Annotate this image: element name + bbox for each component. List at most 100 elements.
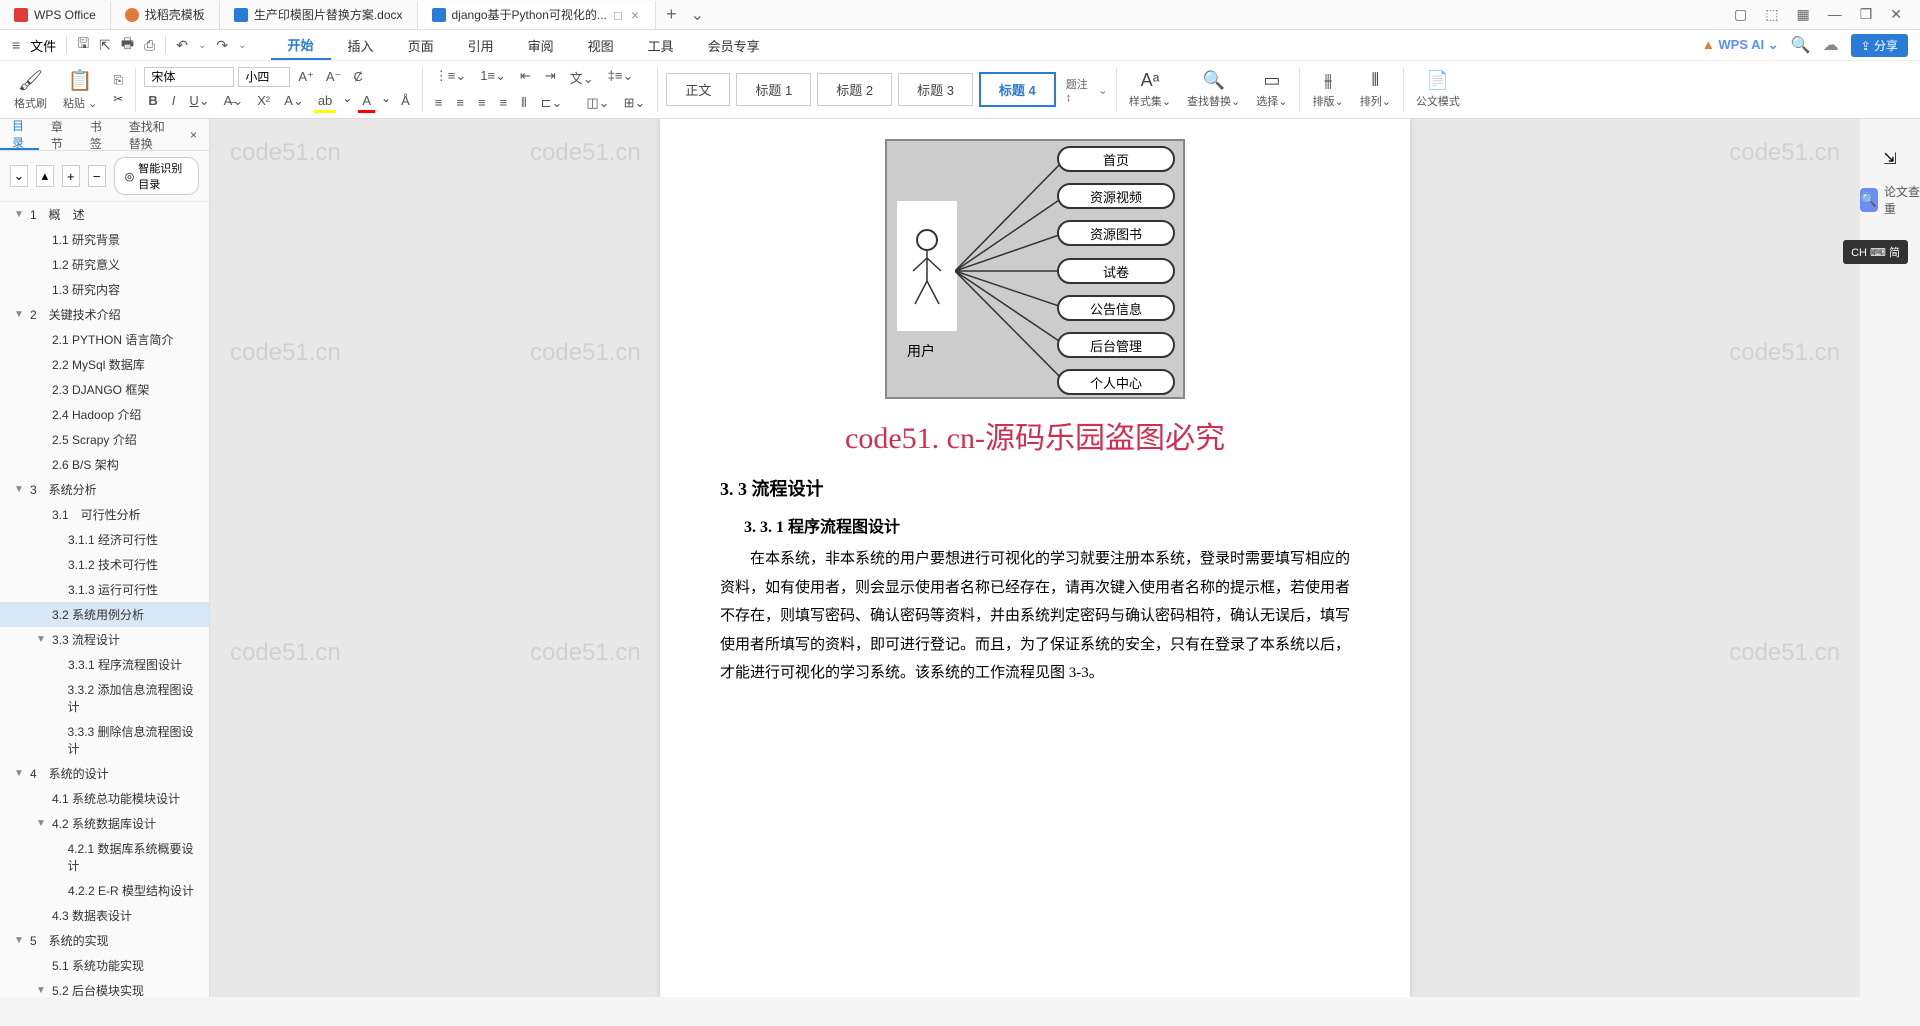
- toc-item[interactable]: 5.1 系统功能实现: [0, 953, 209, 978]
- gongwen-icon[interactable]: 📄: [1427, 70, 1449, 91]
- toc-item[interactable]: 4.2.1 数据库系统概要设计: [0, 836, 209, 878]
- grid-icon[interactable]: ▦: [1796, 6, 1809, 23]
- paper-check-button[interactable]: 🔍论文查重: [1860, 183, 1920, 217]
- file-menu[interactable]: 文件: [30, 36, 56, 55]
- ime-indicator[interactable]: CH ⌨ 简: [1843, 240, 1908, 264]
- align-center-icon[interactable]: ≡: [452, 93, 468, 113]
- expand-icon[interactable]: ▼: [36, 818, 46, 829]
- expand-icon[interactable]: ▼: [36, 985, 46, 996]
- decrease-font-icon[interactable]: A⁻: [322, 67, 346, 87]
- print-icon[interactable]: 🖶: [121, 33, 134, 57]
- cloud-icon[interactable]: ☁: [1823, 35, 1839, 55]
- toc-item[interactable]: ▼5 系统的实现: [0, 928, 209, 953]
- nav-tab-toc[interactable]: 目录: [0, 119, 39, 150]
- tab-wps-office[interactable]: WPS Office: [0, 1, 111, 29]
- tab-doc-1[interactable]: 生产印模图片替换方案.docx: [220, 1, 418, 29]
- nav-tab-find[interactable]: 查找和替换: [117, 119, 178, 150]
- menu-start[interactable]: 开始: [271, 30, 331, 60]
- toc-item[interactable]: ▼4.2 系统数据库设计: [0, 811, 209, 836]
- toc-item[interactable]: 4.3 数据表设计: [0, 903, 209, 928]
- save-icon[interactable]: 🖫: [77, 33, 89, 57]
- toc-item[interactable]: ▼2 关键技术介绍: [0, 302, 209, 327]
- toc-item[interactable]: 1.2 研究意义: [0, 252, 209, 277]
- maximize-icon[interactable]: ❐: [1860, 6, 1873, 23]
- layout-icon[interactable]: ⫵: [1324, 70, 1332, 91]
- cube-icon[interactable]: ⬚: [1765, 6, 1778, 23]
- style-h1[interactable]: 标题 1: [736, 73, 811, 106]
- menu-tools[interactable]: 工具: [631, 30, 691, 60]
- move-up-icon[interactable]: ▴: [36, 165, 54, 187]
- style-set-icon[interactable]: Aᵃ: [1141, 70, 1160, 91]
- toc-item[interactable]: 3.3.1 程序流程图设计: [0, 652, 209, 677]
- paste-icon[interactable]: 📋: [68, 68, 93, 93]
- superscript-icon[interactable]: X²: [253, 91, 274, 113]
- toc-item[interactable]: 3.3.2 添加信息流程图设计: [0, 677, 209, 719]
- tab-doc-2[interactable]: django基于Python可视化的...◻×: [418, 1, 657, 29]
- export-icon[interactable]: ⇱: [99, 37, 111, 54]
- wps-ai-button[interactable]: ▲ WPS AI ⌄: [1702, 37, 1779, 53]
- align-justify-icon[interactable]: ≡: [496, 93, 512, 113]
- increase-indent-icon[interactable]: ⇥: [541, 66, 560, 89]
- box-icon[interactable]: ▢: [1734, 6, 1747, 23]
- find-replace-icon[interactable]: 🔍: [1202, 70, 1224, 91]
- clear-format-icon[interactable]: Ȼ: [349, 67, 366, 86]
- toc-item[interactable]: ▼4 系统的设计: [0, 761, 209, 786]
- search-icon[interactable]: 🔍: [1791, 35, 1811, 55]
- remove-section-icon[interactable]: −: [88, 165, 106, 187]
- border-icon[interactable]: ⊞⌄: [620, 93, 650, 113]
- undo-icon[interactable]: ↶: [176, 37, 188, 54]
- toc-item[interactable]: 3.1.1 经济可行性: [0, 527, 209, 552]
- tab-templates[interactable]: 找稻壳模板: [111, 1, 220, 29]
- toc-item[interactable]: 3.1.2 技术可行性: [0, 552, 209, 577]
- style-h4[interactable]: 标题 4: [979, 72, 1056, 107]
- minimize-icon[interactable]: —: [1828, 6, 1842, 23]
- toc-item[interactable]: 3.3.3 删除信息流程图设计: [0, 719, 209, 761]
- font-select[interactable]: [144, 67, 234, 87]
- strikethrough-icon[interactable]: A̶⌄: [220, 91, 248, 113]
- toc-item[interactable]: 3.2 系统用例分析: [0, 602, 209, 627]
- underline-icon[interactable]: U⌄: [185, 91, 213, 113]
- toc-item[interactable]: ▼1 概 述: [0, 202, 209, 227]
- close-icon[interactable]: ×: [629, 7, 641, 23]
- style-h2[interactable]: 标题 2: [817, 73, 892, 106]
- redo-icon[interactable]: ↷: [216, 37, 228, 54]
- increase-font-icon[interactable]: A⁺: [294, 67, 318, 87]
- line-spacing-icon[interactable]: ‡≡⌄: [604, 66, 638, 89]
- toc-item[interactable]: ▼3 系统分析: [0, 477, 209, 502]
- bold-icon[interactable]: B: [144, 91, 161, 113]
- toc-item[interactable]: 2.6 B/S 架构: [0, 452, 209, 477]
- nav-tab-chapter[interactable]: 章节: [39, 119, 78, 150]
- tab-dropdown-icon[interactable]: ⌄: [687, 5, 708, 25]
- cut-icon[interactable]: ✂: [113, 92, 123, 106]
- menu-reference[interactable]: 引用: [451, 30, 511, 60]
- nav-close-icon[interactable]: ×: [178, 119, 209, 150]
- expand-icon[interactable]: ▼: [14, 309, 24, 320]
- expand-icon[interactable]: ▼: [14, 935, 24, 946]
- expand-icon[interactable]: ▼: [36, 634, 46, 645]
- toc-item[interactable]: 4.1 系统总功能模块设计: [0, 786, 209, 811]
- format-painter-icon[interactable]: 🖌: [18, 68, 43, 93]
- hamburger-icon[interactable]: ≡: [12, 37, 20, 53]
- toc-item[interactable]: 4.2.2 E-R 模型结构设计: [0, 878, 209, 903]
- menu-member[interactable]: 会员专享: [691, 30, 777, 60]
- menu-review[interactable]: 审阅: [511, 30, 571, 60]
- close-window-icon[interactable]: ✕: [1890, 6, 1902, 23]
- toc-item[interactable]: 1.3 研究内容: [0, 277, 209, 302]
- toc-item[interactable]: 2.2 MySql 数据库: [0, 352, 209, 377]
- toc-item[interactable]: 2.1 PYTHON 语言简介: [0, 327, 209, 352]
- expand-icon[interactable]: ▼: [14, 768, 24, 779]
- share-button[interactable]: ⇪ 分享: [1851, 34, 1908, 57]
- toc-item[interactable]: 3.1.3 运行可行性: [0, 577, 209, 602]
- menu-insert[interactable]: 插入: [331, 30, 391, 60]
- font-size-select[interactable]: [238, 67, 290, 87]
- distribute-icon[interactable]: ⫴: [517, 93, 530, 113]
- menu-page[interactable]: 页面: [391, 30, 451, 60]
- toc-item[interactable]: 2.3 DJANGO 框架: [0, 377, 209, 402]
- align-left-icon[interactable]: ≡: [431, 93, 447, 113]
- smart-toc-button[interactable]: ◎智能识别目录: [114, 157, 199, 195]
- toc-item[interactable]: 1.1 研究背景: [0, 227, 209, 252]
- document-area[interactable]: code51.cn code51.cn code51.cn code51.cn …: [210, 119, 1860, 997]
- expand-icon[interactable]: ▼: [14, 209, 24, 220]
- pinyin-icon[interactable]: Å: [397, 91, 414, 113]
- expand-icon[interactable]: ▼: [14, 484, 24, 495]
